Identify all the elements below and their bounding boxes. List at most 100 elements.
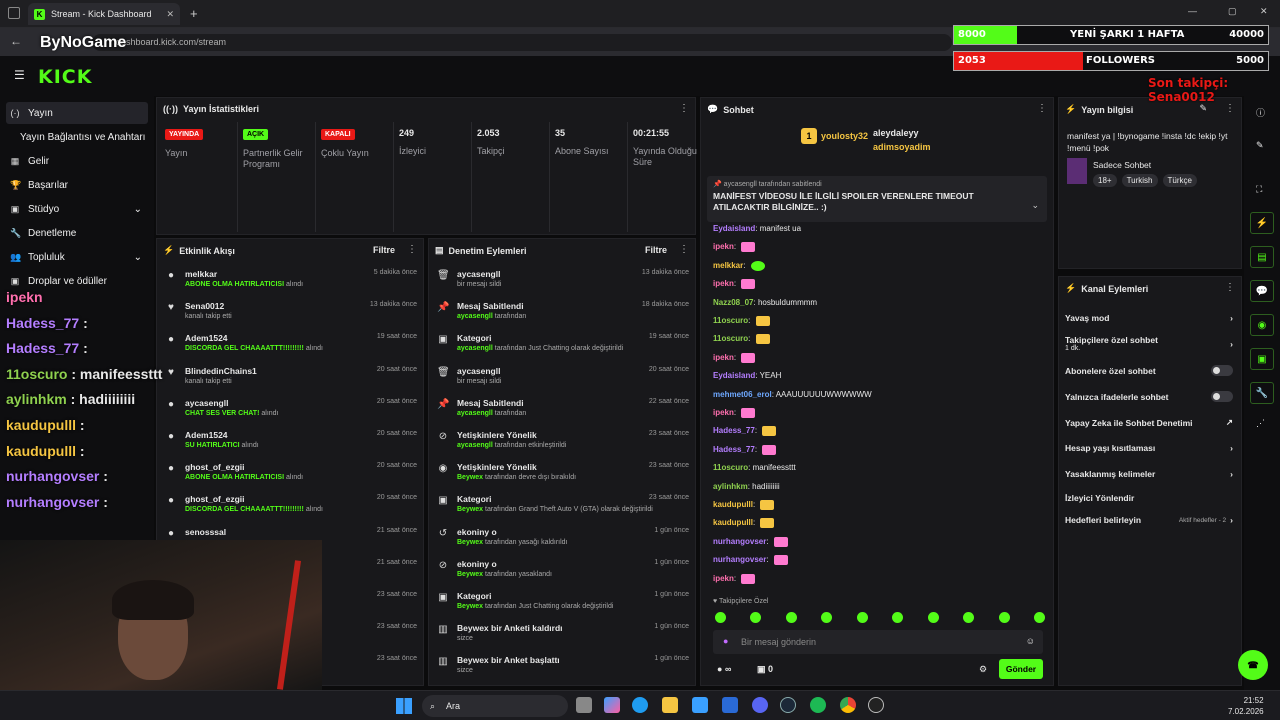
chat-username[interactable]: Eydaisland [713,371,755,380]
activity-row[interactable]: ● melkkar ABONE OLMA HATIRLATICISI alındı 5… [165,267,417,299]
top-supporter-1[interactable]: 1 youlosty32 [801,128,868,144]
chat-username[interactable]: Eydaisland [713,224,755,233]
chat-message[interactable]: kaudupulll: [713,518,775,529]
activity-row[interactable]: ● ghost_of_ezgii ABONE OLMA HATIRLATICISI … [165,460,417,492]
rail-broadcast-button[interactable]: ◉ [1250,314,1274,336]
emote-button-icon[interactable] [821,612,833,623]
chat-more-icon[interactable]: ⋮ [1037,103,1047,114]
activity-user[interactable]: Adem1524 [185,333,228,343]
info-icon[interactable]: ⓘ [1256,106,1265,119]
moderation-row[interactable]: 🗑 aycasengll bir mesajı sildi 13 dakika önc… [437,267,689,299]
chat-message[interactable]: ipekn: [713,352,756,363]
url-field[interactable]: dashboard.kick.com/stream [92,34,952,51]
chat-input[interactable]: ● Bir mesaj gönderin ☺ [713,630,1043,654]
emote-button-icon[interactable] [1033,612,1045,623]
stream-tag[interactable]: Turkish [1121,174,1158,187]
chat-message[interactable]: nurhangovser: [713,555,788,566]
stream-info-more-icon[interactable]: ⋮ [1225,103,1235,114]
chat-username[interactable]: mehmet06_erol [713,390,772,399]
toggle-switch[interactable] [1211,391,1233,402]
moderation-row[interactable]: ▣ Kategori Beywex tarafından Grand Theft A… [437,492,689,524]
close-window-button[interactable]: ✕ [1260,6,1268,17]
chat-message[interactable]: 11oscuro: [713,316,770,326]
chat-message[interactable]: 11oscuro: manifeessttt [713,463,796,472]
rail-notes-button[interactable]: ▤ [1250,246,1274,268]
sidebar-item-5[interactable]: 🔧 Denetleme [6,222,148,244]
tab-overview-icon[interactable] [8,7,20,19]
taskbar-search[interactable]: ⌕ Ara [422,695,568,717]
moderation-row[interactable]: 📌 Mesaj Sabitlendi aycasengll tarafından 22… [437,396,689,428]
stats-more-icon[interactable]: ⋮ [679,103,689,114]
chat-username[interactable]: 11oscuro [713,316,748,325]
stream-tag[interactable]: 18+ [1093,174,1117,187]
chat-message[interactable]: ipekn: [713,279,756,290]
chat-username[interactable]: melkkar [713,261,743,270]
sidebar-item-0[interactable]: (·) Yayın [6,102,148,124]
activity-user[interactable]: Adem1524 [185,430,228,440]
moderation-row[interactable]: ⊘ Yetişkinlere Yönelik aycasengll tarafınd… [437,428,689,460]
new-tab-button[interactable]: + [190,6,198,21]
store-icon[interactable] [692,697,708,713]
chat-username[interactable]: ipekn [713,279,734,288]
chat-username[interactable]: ipekn [713,408,734,417]
chrome-icon[interactable] [840,697,856,713]
chat-username[interactable]: ipekn [713,574,734,583]
chevron-down-icon[interactable]: ⌄ [134,252,142,263]
chevron-down-icon[interactable]: ⌄ [134,204,142,215]
channel-action-control[interactable] [1211,365,1233,376]
activity-row[interactable]: ♥ Sena0012 kanalı takip etti 13 dakika önce [165,299,417,331]
category-name[interactable]: Sadece Sohbet [1093,160,1151,170]
rail-lightning-button[interactable]: ⚡ [1250,212,1274,234]
activity-user[interactable]: ghost_of_ezgii [185,462,245,472]
moderation-row[interactable]: ◉ Yetişkinlere Yönelik Beywex tarafından d… [437,460,689,492]
activity-user[interactable]: melkkar [185,269,217,279]
activity-filter-button[interactable]: Filtre [373,245,395,255]
chat-message[interactable]: kaudupulll: [713,500,775,510]
chat-username[interactable]: Hadess_77 [713,427,755,436]
moderator-name[interactable]: Beywex [457,571,483,578]
moderation-row[interactable]: ▥ Beywex bir Anket başlattı sizce 1 gün önc… [437,653,689,685]
moderator-name[interactable]: Beywex [457,506,483,513]
file-explorer-icon[interactable] [576,697,592,713]
kick-logo[interactable]: KICK [38,66,92,88]
rail-wrench-button[interactable]: 🔧 [1250,382,1274,404]
channel-action-control[interactable]: › [1230,339,1233,349]
moderation-row[interactable]: ▣ Kategori Beywex tarafından Just Chatting… [437,589,689,621]
activity-user[interactable]: BlindedinChains1 [185,366,257,376]
channel-action-row[interactable]: Yapay Zeka ile Sohbet Denetimi ↗ [1065,417,1233,428]
moderator-name[interactable]: Beywex [457,603,483,610]
activity-row[interactable]: ♥ BlindedinChains1 kanalı takip etti 20 saa… [165,364,417,396]
sidebar-item-1[interactable]: Yayın Bağlantısı ve Anahtarı [6,126,148,148]
channel-action-row[interactable]: Yalnızca ifadelerle sohbet [1065,391,1233,402]
moderation-row[interactable]: 📌 Mesaj Sabitlendi aycasengll tarafından 18… [437,299,689,331]
activity-row[interactable]: ● Adem1524 SU HATIRLATICI alındı 20 saat ön… [165,428,417,460]
emote-button-icon[interactable] [856,612,868,623]
browser-tab[interactable]: K Stream - Kick Dashboard ✕ [28,3,180,25]
activity-user[interactable]: Sena0012 [185,301,224,311]
moderator-name[interactable]: aycasengll [457,442,493,449]
activity-more-icon[interactable]: ⋮ [407,244,417,255]
moderator-name[interactable]: aycasengll [457,313,493,320]
channel-action-row[interactable]: Hesap yaşı kısıtlaması › [1065,443,1233,453]
chat-message[interactable]: Nazz08_07: hosbuldummmm [713,298,817,307]
start-icon[interactable] [396,698,412,714]
chat-message[interactable]: 11oscuro: [713,334,770,345]
activity-row[interactable]: ● aycasengll CHAT SES VER CHAT! alındı 20 s… [165,396,417,428]
chat-username[interactable]: aylinhkm [713,482,748,491]
spotify-icon[interactable] [810,697,826,713]
chat-message[interactable]: Eydaisland: manifest ua [713,224,801,233]
chat-message[interactable]: aylinhkm: hadiiiiiiii [713,482,780,491]
activity-user[interactable]: ghost_of_ezgii [185,494,245,504]
chat-username[interactable]: kaudupulll [713,519,753,528]
sidebar-item-2[interactable]: ▦ Gelir [6,150,148,172]
chat-username[interactable]: nurhangovser [713,537,766,546]
menu-icon[interactable]: ☰ [14,68,25,82]
moderation-row[interactable]: ▣ Kategori aycasengll tarafından Just Chat… [437,331,689,363]
chat-username[interactable]: Hadess_77 [713,445,755,454]
moderator-name[interactable]: aycasengll [457,345,493,352]
maximize-button[interactable]: ▢ [1228,6,1237,17]
channel-action-control[interactable]: ↗ [1226,417,1233,428]
edge-icon[interactable] [632,697,648,713]
moderation-more-icon[interactable]: ⋮ [679,244,689,255]
chat-username[interactable]: nurhangovser [713,555,766,564]
